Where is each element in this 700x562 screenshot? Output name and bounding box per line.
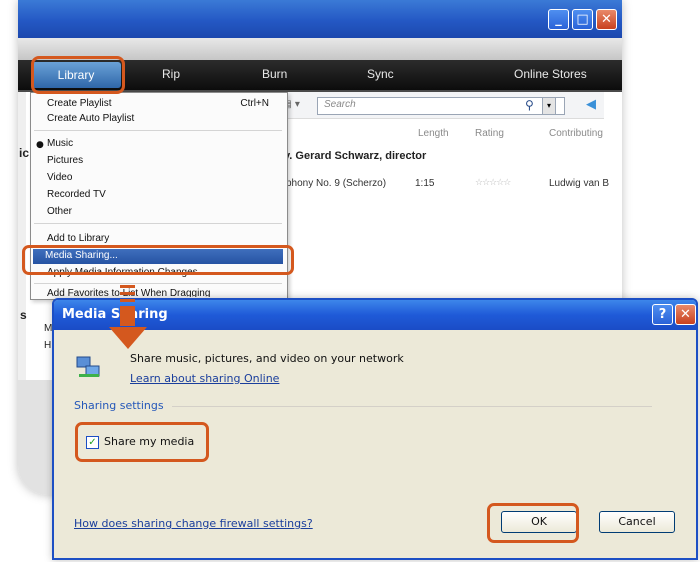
search-icon[interactable]: ⚲ <box>525 98 534 112</box>
search-placeholder: Search <box>324 99 356 110</box>
help-button[interactable]: ? <box>652 304 673 325</box>
tab-rip[interactable]: Rip <box>162 67 180 81</box>
tab-sync[interactable]: Sync <box>367 67 394 81</box>
group-divider <box>172 406 652 407</box>
callout-ok-button <box>487 503 579 543</box>
callout-arrow <box>120 285 135 288</box>
menu-item-create-playlist[interactable]: Create Playlist <box>47 98 111 109</box>
maximize-button[interactable]: □ <box>572 9 593 30</box>
firewall-settings-link[interactable]: How does sharing change firewall setting… <box>74 517 313 530</box>
left-stub-text: s <box>20 308 27 322</box>
menu-item-video[interactable]: Video <box>47 172 72 183</box>
column-rating[interactable]: Rating <box>475 128 504 139</box>
rating-stars[interactable]: ☆☆☆☆☆ <box>475 178 511 188</box>
minimize-button[interactable]: _ <box>548 9 569 30</box>
tab-burn[interactable]: Burn <box>262 67 287 81</box>
wmp-titlebar <box>18 0 622 38</box>
menu-item-other[interactable]: Other <box>47 206 72 217</box>
network-sharing-icon <box>76 356 100 377</box>
menu-item-add-to-library[interactable]: Add to Library <box>47 233 109 244</box>
callout-library-tab <box>31 56 125 94</box>
left-stub-text: H <box>44 340 52 351</box>
menu-item-create-auto-playlist[interactable]: Create Auto Playlist <box>47 113 134 124</box>
column-contributing[interactable]: Contributing <box>549 128 603 139</box>
callout-share-checkbox <box>75 422 209 462</box>
shortcut-label: Ctrl+N <box>240 98 269 109</box>
callout-arrow <box>120 306 135 326</box>
track-length: 1:15 <box>415 178 435 189</box>
back-arrow-icon[interactable]: ◀ <box>586 97 596 112</box>
sharing-settings-label: Sharing settings <box>74 399 164 412</box>
menu-item-pictures[interactable]: Pictures <box>47 155 83 166</box>
callout-arrow-head <box>109 327 147 349</box>
dialog-close-button[interactable]: ✕ <box>675 304 696 325</box>
album-title: y. Gerard Schwarz, director <box>284 150 427 162</box>
close-button[interactable]: ✕ <box>596 9 617 30</box>
menu-divider <box>34 223 282 224</box>
tab-online-stores[interactable]: Online Stores <box>514 67 587 81</box>
menu-divider <box>34 283 282 284</box>
chevron-down-icon[interactable]: ▾ <box>542 97 556 115</box>
menu-item-music[interactable]: Music <box>47 138 73 149</box>
callout-media-sharing <box>22 245 294 275</box>
menu-item-recorded-tv[interactable]: Recorded TV <box>47 189 106 200</box>
dialog-description: Share music, pictures, and video on your… <box>130 352 404 365</box>
cancel-button[interactable]: Cancel <box>599 511 675 533</box>
callout-arrow <box>120 299 135 302</box>
learn-sharing-link[interactable]: Learn about sharing Online <box>130 372 279 385</box>
column-length[interactable]: Length <box>418 128 449 139</box>
left-stub-text: ic <box>19 146 30 160</box>
dialog-title: Media Sharing <box>62 307 168 322</box>
track-artist: Ludwig van B <box>549 178 610 189</box>
menu-divider <box>34 130 282 131</box>
radio-bullet-icon: ● <box>36 140 44 150</box>
track-title[interactable]: phony No. 9 (Scherzo) <box>286 178 386 189</box>
callout-arrow <box>120 292 135 295</box>
